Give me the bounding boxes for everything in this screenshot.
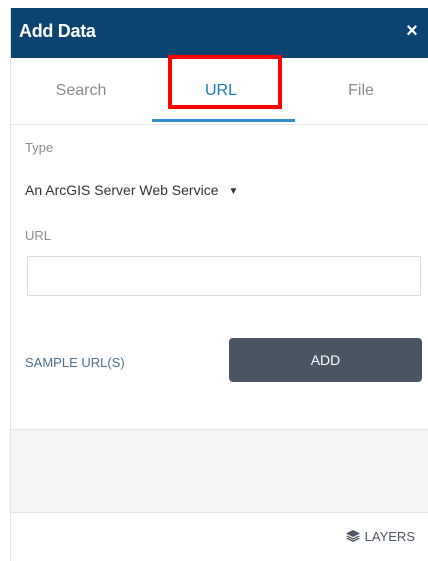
panel-title: Add Data — [19, 21, 96, 41]
caret-down-icon: ▼ — [228, 186, 239, 197]
tab-search[interactable]: Search — [11, 58, 151, 124]
url-tab-highlight — [168, 55, 282, 109]
layers-icon — [345, 530, 360, 545]
layers-link[interactable]: LAYERS — [345, 529, 415, 545]
type-select-value: An ArcGIS Server Web Service — [25, 182, 219, 198]
url-input-box — [27, 256, 421, 296]
add-button[interactable]: ADD — [229, 338, 422, 382]
add-data-panel: Add Data × Search URL File Type An ArcGI… — [10, 8, 428, 561]
layers-label: LAYERS — [364, 529, 415, 544]
tab-file[interactable]: File — [291, 58, 428, 124]
type-label: Type — [25, 140, 54, 155]
panel-header: Add Data × — [11, 8, 428, 58]
close-icon[interactable]: × — [401, 20, 423, 42]
type-select[interactable]: An ArcGIS Server Web Service ▼ — [25, 182, 238, 198]
url-input[interactable] — [28, 257, 420, 295]
active-tab-underline — [152, 119, 295, 122]
sample-urls-link[interactable]: SAMPLE URL(S) — [25, 355, 125, 370]
url-label: URL — [25, 228, 52, 243]
results-area — [11, 429, 428, 513]
